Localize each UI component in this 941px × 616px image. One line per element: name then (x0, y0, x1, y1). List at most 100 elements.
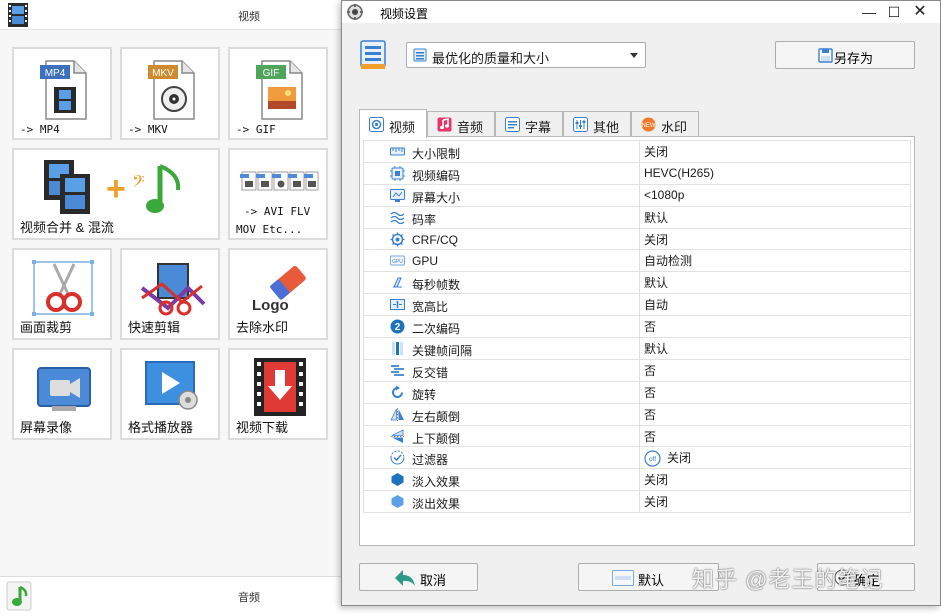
table-row[interactable]: 宽高比 自动 (363, 293, 911, 317)
property-name: 码率 (412, 212, 437, 227)
property-value[interactable]: 自动 (639, 293, 911, 317)
table-row[interactable]: 淡出效果 关闭 (363, 490, 911, 514)
property-name-cell: 码率 (363, 205, 640, 229)
remove-watermark-tile-label: 去除水印 (236, 320, 289, 335)
svg-text:GIF: GIF (263, 68, 280, 79)
tab-audio[interactable]: 音频 (427, 111, 495, 137)
crf-icon (390, 232, 405, 247)
maximize-button[interactable]: ☐ (882, 2, 906, 22)
multi-format-icon (240, 171, 319, 191)
filter-icon (390, 450, 405, 465)
table-row[interactable]: 关键帧间隔 默认 (363, 337, 911, 360)
quick-cut-tile[interactable]: 快速剪辑 (120, 248, 220, 340)
convert-mp4-tile[interactable]: MP4 -> MP4 (12, 47, 112, 140)
property-value[interactable]: 默认 (639, 205, 911, 229)
table-row[interactable]: 左右颠倒 否 (363, 402, 911, 426)
table-row[interactable]: 旋转 否 (363, 380, 911, 404)
table-row[interactable]: 屏幕大小 <1080p (363, 183, 911, 207)
property-value[interactable]: 否 (639, 315, 911, 339)
flip-vertical-icon (391, 428, 404, 443)
deinterlace-icon (391, 365, 404, 376)
media-player-icon (145, 361, 198, 410)
tab-watermark[interactable]: NEW 水印 (631, 111, 699, 137)
property-value[interactable]: 默认 (639, 337, 911, 360)
property-value[interactable]: 否 (639, 358, 911, 382)
property-name: 淡出效果 (412, 497, 461, 512)
mkv-tile-label: -> MKV (128, 123, 168, 136)
tab-video-label: 视频 (389, 120, 416, 135)
table-row[interactable]: 反交错 否 (363, 358, 911, 382)
save-as-button[interactable]: 另存为 (775, 41, 915, 69)
property-name-cell: 反交错 (363, 358, 640, 382)
subtitle-tab-icon (505, 117, 520, 132)
table-row[interactable]: 大小限制 关闭 (363, 140, 911, 163)
property-value[interactable]: 自动检测 (639, 249, 911, 273)
tab-other[interactable]: 其他 (563, 111, 631, 137)
property-name: CRF/CQ (412, 232, 458, 247)
tab-subtitle[interactable]: 字幕 (495, 111, 563, 137)
close-button[interactable]: ✕ (908, 2, 932, 22)
dialog-titlebar[interactable]: 视频设置 — ☐ ✕ (342, 1, 940, 23)
tab-watermark-label: 水印 (661, 120, 688, 135)
property-name-cell: 每秒帧数 (363, 271, 640, 295)
merge-mux-tile[interactable]: + 𝄢 视频合并 & 混流 (12, 148, 220, 240)
off-toggle-icon[interactable]: off (644, 450, 661, 467)
convert-avi-flv-mov-tile[interactable]: -> AVI FLV MOV Etc... (228, 148, 328, 240)
svg-text:MP4: MP4 (45, 68, 66, 79)
crop-scissors-icon (32, 260, 94, 316)
property-value[interactable]: 关闭 (639, 468, 911, 492)
multi-format-tile-label-line2: MOV Etc... (236, 223, 303, 236)
property-value[interactable]: 关闭 (639, 227, 911, 251)
table-row[interactable]: 上下颠倒 否 (363, 424, 911, 448)
tab-video[interactable]: 视频 (359, 109, 427, 138)
default-settings-icon (612, 570, 634, 586)
property-value[interactable]: 关闭 (639, 490, 911, 514)
property-value-cell[interactable]: off 关闭 (639, 446, 911, 470)
keyframe-icon (392, 342, 403, 356)
convert-mkv-tile[interactable]: MKV -> MKV (120, 47, 220, 140)
property-name: 大小限制 (412, 147, 461, 161)
table-row[interactable]: 过滤器 off 关闭 (363, 446, 911, 470)
property-value[interactable]: 否 (639, 424, 911, 448)
video-settings-dialog: 视频设置 — ☐ ✕ 最优化的质量和大小 另存为 视频 音频 字幕 其他 NEW… (341, 0, 941, 606)
size-limit-icon (390, 147, 405, 156)
screen-size-icon (390, 188, 405, 202)
property-value[interactable]: 关闭 (639, 140, 911, 163)
crop-tile[interactable]: 画面裁剪 (12, 248, 112, 340)
back-arrow-icon (395, 570, 415, 586)
quality-preset-dropdown[interactable]: 最优化的质量和大小 (406, 42, 646, 68)
video-properties-panel: 大小限制 关闭 视频编码 HEVC(H265) 屏幕大小 <1080p 码率 默… (359, 136, 915, 546)
property-name: 二次编码 (412, 322, 461, 337)
minimize-button[interactable]: — (857, 2, 881, 22)
screen-record-tile[interactable]: 屏幕录像 (12, 348, 112, 440)
remove-watermark-tile[interactable]: Logo 去除水印 (228, 248, 328, 340)
convert-gif-tile[interactable]: GIF -> GIF (228, 47, 328, 140)
default-label: 默认 (638, 573, 665, 588)
table-row[interactable]: CRF/CQ 关闭 (363, 227, 911, 251)
gif-file-icon: GIF (256, 60, 303, 120)
video-codec-icon (390, 165, 405, 181)
dialog-title: 视频设置 (380, 7, 429, 21)
table-row[interactable]: 每秒帧数 默认 (363, 271, 911, 295)
table-row[interactable]: 2 二次编码 否 (363, 315, 911, 339)
property-value[interactable]: HEVC(H265) (639, 161, 911, 185)
video-download-tile-label: 视频下载 (236, 420, 289, 435)
cancel-button[interactable]: 取消 (359, 563, 478, 591)
table-row[interactable]: 淡入效果 关闭 (363, 468, 911, 492)
property-value[interactable]: <1080p (639, 183, 911, 207)
quick-cut-tile-label: 快速剪辑 (128, 320, 181, 335)
property-name-cell: GPU GPU (363, 249, 640, 273)
table-row[interactable]: GPU GPU 自动检测 (363, 249, 911, 273)
format-player-tile[interactable]: 格式播放器 (120, 348, 220, 440)
svg-text:+: + (106, 170, 126, 208)
table-row[interactable]: 码率 默认 (363, 205, 911, 229)
video-download-tile[interactable]: 视频下载 (228, 348, 328, 440)
film-app-icon (8, 3, 28, 27)
property-value[interactable]: 默认 (639, 271, 911, 295)
property-name-cell: 2 二次编码 (363, 315, 640, 339)
property-value[interactable]: 否 (639, 380, 911, 404)
table-row[interactable]: 视频编码 HEVC(H265) (363, 161, 911, 185)
format-player-tile-label: 格式播放器 (128, 420, 194, 435)
svg-text:NEW: NEW (642, 123, 656, 129)
property-value[interactable]: 否 (639, 402, 911, 426)
